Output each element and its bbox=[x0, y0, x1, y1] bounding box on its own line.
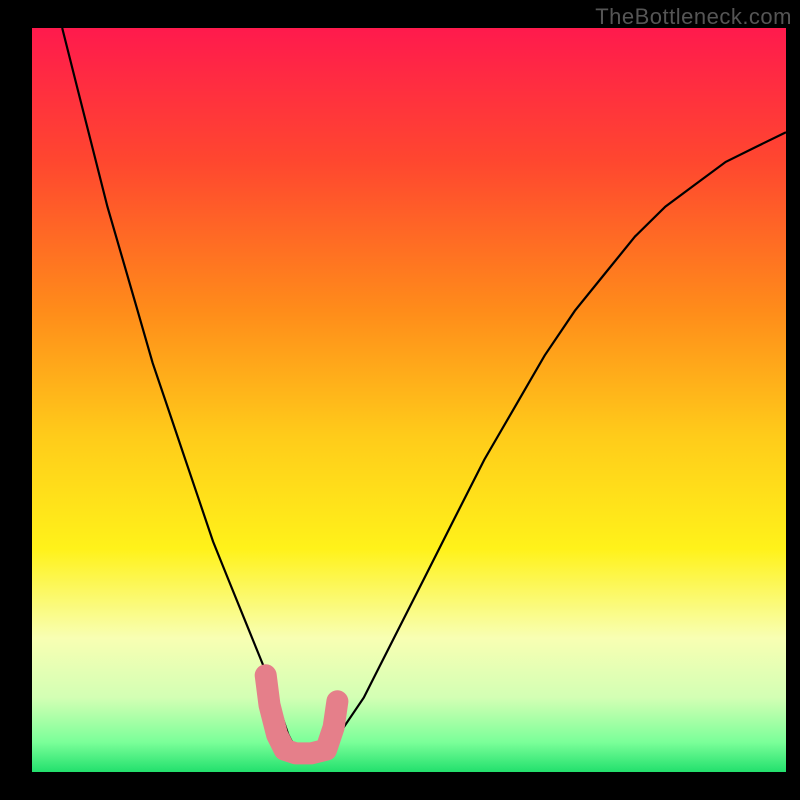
bottleneck-chart bbox=[0, 0, 800, 800]
plot-area bbox=[32, 28, 786, 772]
chart-frame: TheBottleneck.com bbox=[0, 0, 800, 800]
watermark-text: TheBottleneck.com bbox=[595, 4, 792, 30]
